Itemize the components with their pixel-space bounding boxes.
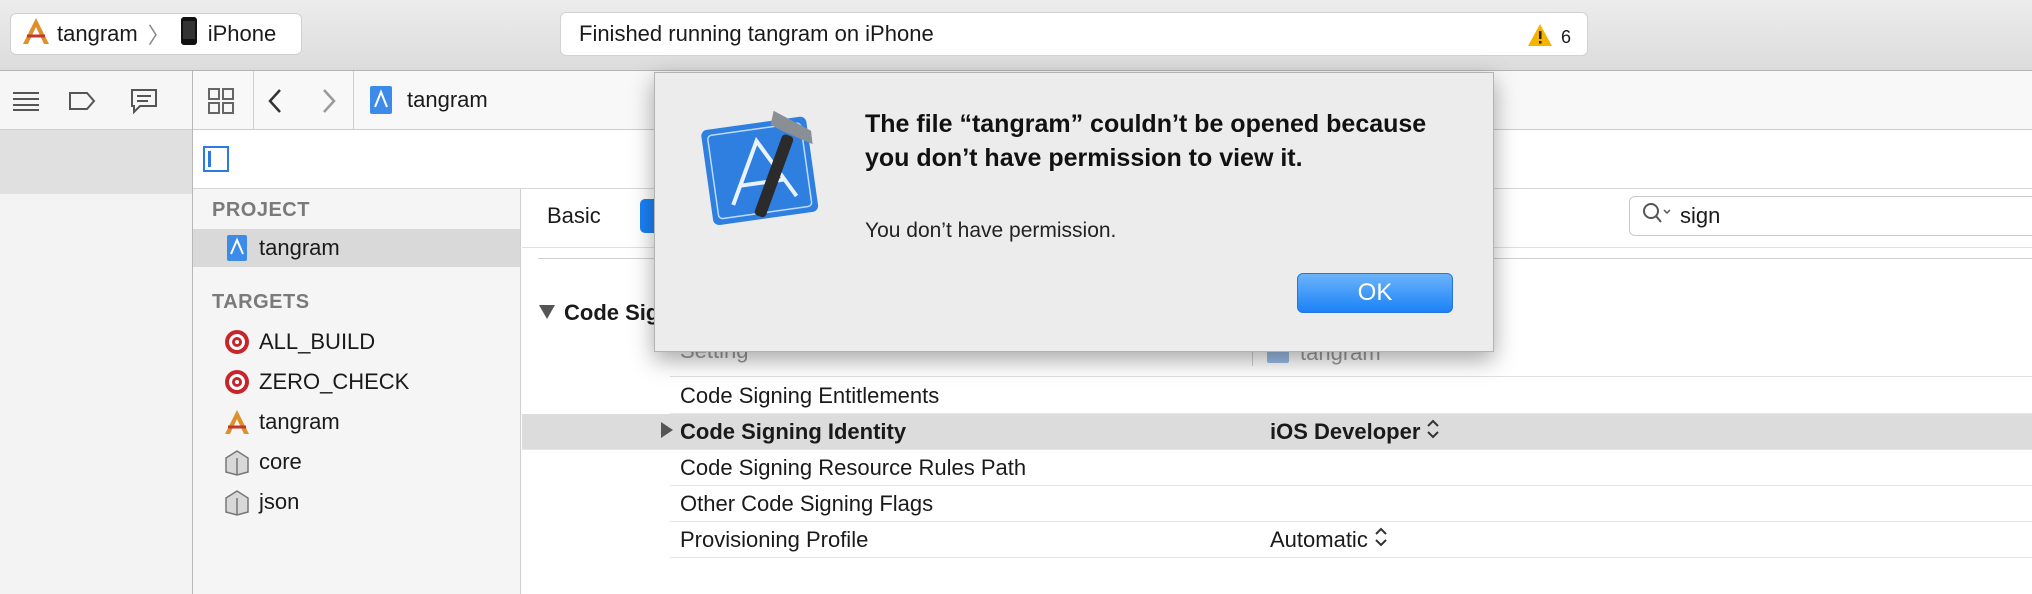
library-icon: [223, 448, 251, 476]
iphone-icon: [180, 16, 198, 52]
disclosure-triangle-down-icon: [538, 300, 556, 326]
up-down-chevron-icon: [1426, 418, 1440, 446]
alert-dialog: The file “tangram” couldn’t be opened be…: [654, 72, 1494, 352]
navigator-selector-bar: [0, 71, 192, 130]
activity-viewer: Finished running tangram on iPhone 6: [560, 12, 1588, 56]
setting-name: Code Signing Identity: [680, 418, 907, 444]
target-label: ALL_BUILD: [259, 329, 376, 354]
setting-name: Provisioning Profile: [680, 526, 869, 552]
project-file-icon: [369, 85, 393, 120]
section-title: Code Sig: [564, 300, 660, 325]
setting-name: Code Signing Entitlements: [680, 382, 940, 408]
dialog-title: The file “tangram” couldn’t be opened be…: [865, 110, 1427, 172]
setting-row[interactable]: Other Code Signing Flags: [670, 486, 2032, 522]
jumpbar-crumb-project[interactable]: tangram: [407, 87, 488, 113]
settings-section-header[interactable]: Code Sig: [538, 300, 659, 326]
setting-row[interactable]: Code Signing Resource Rules Path: [670, 450, 2032, 486]
target-icon: [223, 368, 251, 396]
target-label: ZERO_CHECK: [259, 369, 410, 394]
application-icon: [223, 408, 251, 436]
divider: [353, 71, 354, 129]
project-file-icon: [223, 234, 251, 262]
target-item[interactable]: ALL_BUILD: [223, 323, 375, 361]
target-label: json: [259, 489, 300, 514]
setting-row[interactable]: Code Signing Entitlements: [670, 378, 2032, 414]
settings-search-field[interactable]: sign: [1629, 196, 2032, 236]
xcode-app-icon: [21, 16, 51, 52]
target-icon: [223, 328, 251, 356]
library-icon: [223, 488, 251, 516]
project-item-label: tangram: [259, 235, 340, 260]
divider: [253, 71, 254, 129]
setting-value: iOS Developer: [1270, 418, 1421, 444]
ok-button[interactable]: OK: [1297, 273, 1453, 313]
warning-icon: [1527, 23, 1553, 52]
project-item[interactable]: tangram: [193, 229, 520, 267]
search-input: sign: [1680, 203, 1721, 228]
divider: [670, 376, 2032, 377]
xcode-hammer-icon: [699, 103, 835, 234]
navigator-area: [0, 194, 192, 594]
comment-icon[interactable]: [130, 88, 158, 119]
disclosure-triangle-right-icon[interactable]: [660, 419, 674, 445]
dialog-message: You don’t have permission.: [865, 219, 1117, 242]
target-item[interactable]: core: [223, 443, 302, 481]
up-down-chevron-icon: [1374, 526, 1388, 554]
project-targets-list: PROJECT tangram TARGETS ALL_BUILD ZERO_C…: [193, 189, 521, 594]
target-label: tangram: [259, 409, 340, 434]
chevron-right-icon: 〉: [147, 23, 170, 48]
targets-section-header: TARGETS: [212, 291, 310, 313]
target-item[interactable]: ZERO_CHECK: [223, 363, 409, 401]
activity-status: Finished running tangram on iPhone: [579, 21, 934, 46]
back-arrow-icon[interactable]: [265, 87, 285, 120]
window-toolbar: tangram 〉 iPhone Finished running tangra…: [0, 0, 2032, 71]
target-item[interactable]: tangram: [223, 403, 340, 441]
tag-icon[interactable]: [68, 91, 96, 116]
related-items-icon[interactable]: [207, 87, 235, 120]
setting-row[interactable]: Provisioning Profile Automatic: [670, 522, 2032, 558]
search-icon: [1642, 202, 1672, 230]
sidebar-toggle-icon[interactable]: [203, 146, 229, 177]
setting-name: Other Code Signing Flags: [680, 490, 934, 516]
setting-row-selected[interactable]: Code Signing Identity iOS Developer: [522, 414, 2032, 450]
tab-basic[interactable]: Basic: [547, 203, 601, 229]
setting-value-popup[interactable]: Automatic: [1270, 526, 1388, 554]
setting-value-popup[interactable]: iOS Developer: [1270, 418, 1440, 446]
scheme-name: tangram: [57, 21, 138, 46]
list-icon[interactable]: [12, 89, 40, 116]
warning-count: 6: [1560, 27, 1571, 47]
target-item[interactable]: json: [223, 483, 299, 521]
project-section-header: PROJECT: [212, 199, 310, 221]
warning-indicator[interactable]: 6: [1527, 23, 1571, 52]
device-name: iPhone: [207, 21, 277, 46]
navigator-header-area: [0, 130, 192, 194]
forward-arrow-icon[interactable]: [319, 87, 339, 120]
target-label: core: [259, 449, 302, 474]
scheme-selector[interactable]: tangram 〉 iPhone: [10, 13, 302, 55]
setting-name: Code Signing Resource Rules Path: [680, 454, 1027, 480]
setting-value: Automatic: [1270, 526, 1368, 552]
